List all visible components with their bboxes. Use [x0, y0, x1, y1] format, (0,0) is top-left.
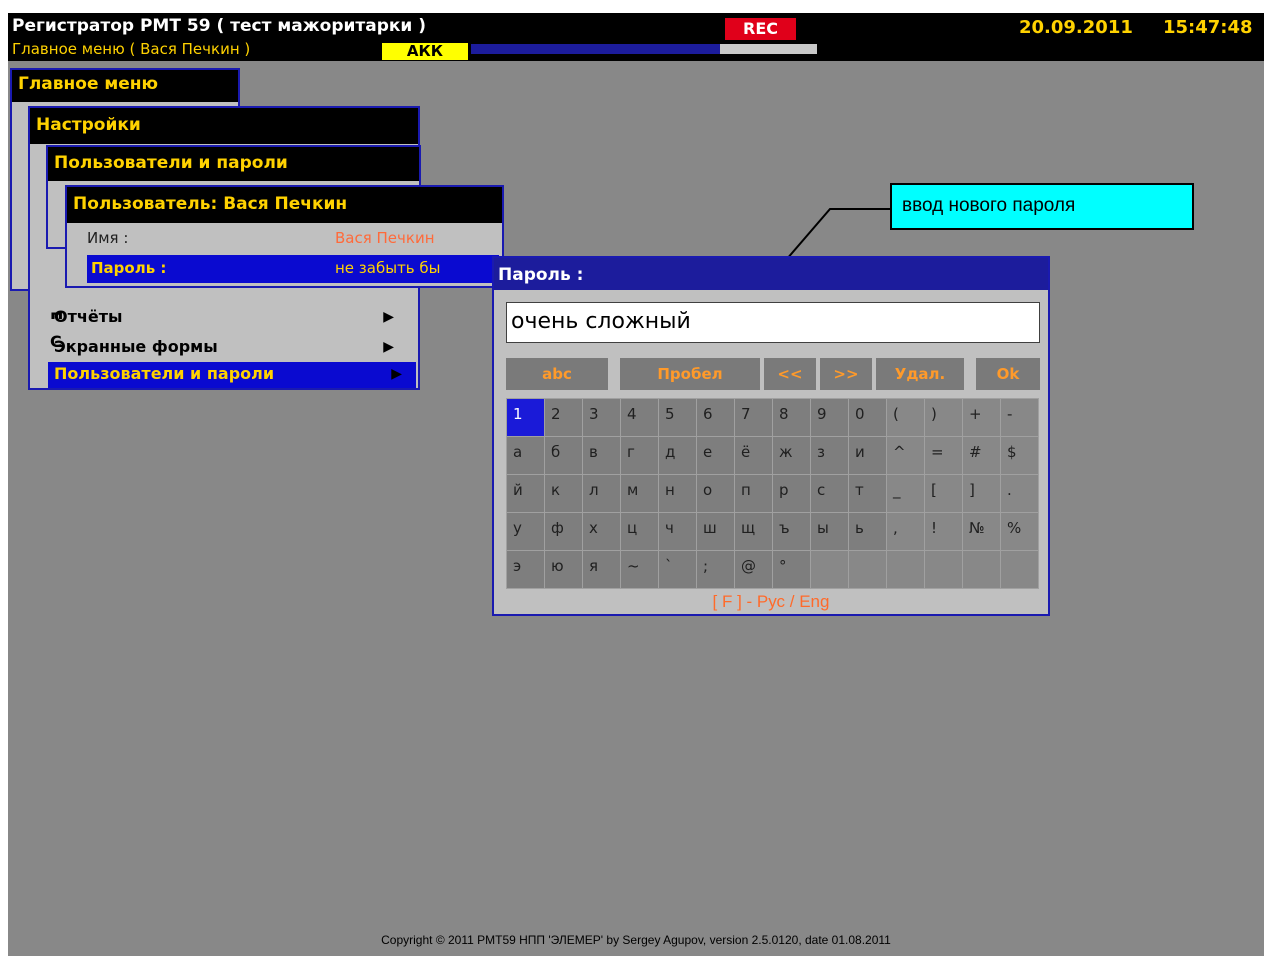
keyboard-key-empty [1001, 551, 1039, 589]
keyboard-key[interactable]: щ [735, 513, 773, 551]
keyboard-key[interactable]: о [697, 475, 735, 513]
keyboard-key[interactable]: я [583, 551, 621, 589]
keyboard-key[interactable]: ж [773, 437, 811, 475]
cursor-left-button[interactable]: << [764, 358, 816, 390]
keyboard-key[interactable]: ( [887, 399, 925, 437]
keyboard-key[interactable]: + [963, 399, 1001, 437]
keyboard-key[interactable]: с [811, 475, 849, 513]
keyboard-key[interactable]: 3 [583, 399, 621, 437]
keyboard-key[interactable]: ч [659, 513, 697, 551]
keyboard-key[interactable]: ° [773, 551, 811, 589]
keyboard-grid: 1 2 3 4 5 6 7 8 9 0() + - а б в г д е ё ж з и ^ = # $ й к л м н о п р с т _[… [506, 398, 1039, 589]
keyboard-key[interactable]: п [735, 475, 773, 513]
keyboard-key[interactable]: й [507, 475, 545, 513]
keyboard-key[interactable]: ь [849, 513, 887, 551]
keyboard-key-empty [811, 551, 849, 589]
keyboard-key[interactable]: , [887, 513, 925, 551]
keyboard-key[interactable]: т [849, 475, 887, 513]
keyboard-key[interactable]: ю [545, 551, 583, 589]
keyboard-key[interactable]: л [583, 475, 621, 513]
keyboard-key[interactable]: _ [887, 475, 925, 513]
keyboard-key[interactable]: $ [1001, 437, 1039, 475]
abc-button[interactable]: abc [506, 358, 608, 390]
cursor-right-button[interactable]: >> [820, 358, 872, 390]
keyboard-key[interactable]: 7 [735, 399, 773, 437]
keyboard-key[interactable]: 1 [507, 399, 545, 437]
keyboard-key[interactable]: @ [735, 551, 773, 589]
keyboard-key[interactable]: ; [697, 551, 735, 589]
keyboard-key[interactable]: 2 [545, 399, 583, 437]
keyboard-key[interactable]: е [697, 437, 735, 475]
keyboard-key[interactable]: 6 [697, 399, 735, 437]
keyboard-key[interactable]: б [545, 437, 583, 475]
keyboard-key[interactable]: а [507, 437, 545, 475]
keyboard-key[interactable]: н [659, 475, 697, 513]
keyboard-key[interactable]: г [621, 437, 659, 475]
keyboard-key[interactable]: 8 [773, 399, 811, 437]
keyboard-key-empty [849, 551, 887, 589]
delete-button[interactable]: Удал. [876, 358, 964, 390]
keyboard-key[interactable]: 5 [659, 399, 697, 437]
password-dialog: Пароль : очень сложный abc Пробел << >> … [492, 256, 1050, 616]
keyboard-key[interactable]: . [1001, 475, 1039, 513]
keyboard-key[interactable]: в [583, 437, 621, 475]
keyboard-key[interactable]: - [1001, 399, 1039, 437]
keyboard-key[interactable]: ц [621, 513, 659, 551]
keyboard-key[interactable]: ъ [773, 513, 811, 551]
keyboard-key[interactable]: ^ [887, 437, 925, 475]
copyright-footer: Copyright © 2011 PMT59 НПП 'ЭЛЕМЕР' by S… [381, 933, 891, 947]
keyboard-key[interactable]: ` [659, 551, 697, 589]
keyboard-key[interactable]: [ [925, 475, 963, 513]
keyboard-key[interactable]: ~ [621, 551, 659, 589]
keyboard-key[interactable]: № [963, 513, 1001, 551]
keyboard-key[interactable]: э [507, 551, 545, 589]
keyboard-key[interactable]: и [849, 437, 887, 475]
keyboard-key[interactable]: к [545, 475, 583, 513]
keyboard-key[interactable]: ! [925, 513, 963, 551]
space-button[interactable]: Пробел [620, 358, 760, 390]
dialog-title: Пароль : [494, 258, 1048, 290]
keyboard-key[interactable]: ы [811, 513, 849, 551]
keyboard-key[interactable]: # [963, 437, 1001, 475]
keyboard-key[interactable]: з [811, 437, 849, 475]
keyboard-key-empty [925, 551, 963, 589]
keyboard-key[interactable]: ф [545, 513, 583, 551]
ok-button[interactable]: Ok [976, 358, 1040, 390]
device-screen: Регистратор РМТ 59 ( тест мажоритарки ) … [8, 13, 1264, 956]
keyboard-key[interactable]: % [1001, 513, 1039, 551]
keyboard-key[interactable]: х [583, 513, 621, 551]
keyboard-key[interactable]: ] [963, 475, 1001, 513]
layout-hint: [ F ] - Рус / Eng [712, 592, 830, 611]
keyboard-key-empty [887, 551, 925, 589]
keyboard-key[interactable]: м [621, 475, 659, 513]
keyboard-key-empty [963, 551, 1001, 589]
keyboard-key[interactable]: д [659, 437, 697, 475]
password-input[interactable]: очень сложный [506, 302, 1040, 343]
keyboard-key[interactable]: у [507, 513, 545, 551]
keyboard-key[interactable]: 0 [849, 399, 887, 437]
keyboard-key[interactable]: р [773, 475, 811, 513]
keyboard-key[interactable]: = [925, 437, 963, 475]
keyboard-key[interactable]: ) [925, 399, 963, 437]
keyboard-key[interactable]: ё [735, 437, 773, 475]
keyboard-key[interactable]: ш [697, 513, 735, 551]
keyboard-key[interactable]: 9 [811, 399, 849, 437]
keyboard-key[interactable]: 4 [621, 399, 659, 437]
